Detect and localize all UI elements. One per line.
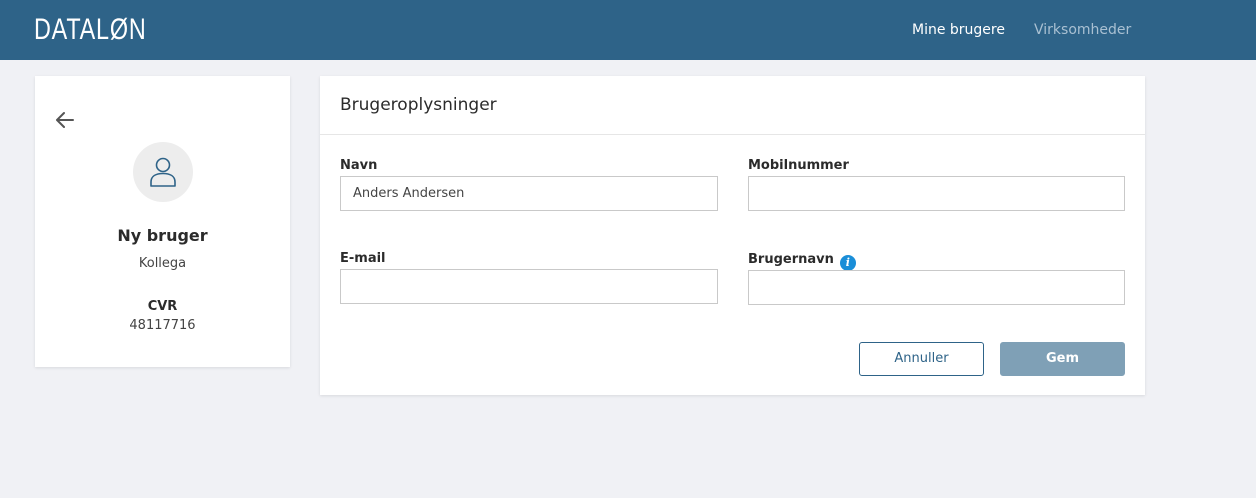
user-info-form-card: Brugeroplysninger Navn Anders Andersen M… xyxy=(320,76,1145,395)
datalon-logo[interactable]: DATALØN xyxy=(34,12,147,48)
email-input[interactable] xyxy=(340,269,718,304)
arrow-left-icon[interactable] xyxy=(53,108,77,132)
nav-virksomheder[interactable]: Virksomheder xyxy=(1034,20,1131,40)
user-profile-card: Ny bruger Kollega CVR 48117716 xyxy=(35,76,290,367)
email-label: E-mail xyxy=(340,251,386,266)
username-label-row: Brugernavn i xyxy=(748,251,856,271)
mobile-input[interactable] xyxy=(748,176,1125,211)
mobile-label: Mobilnummer xyxy=(748,158,849,173)
top-navigation-bar: DATALØN Mine brugere Virksomheder xyxy=(0,0,1256,60)
username-label: Brugernavn xyxy=(748,252,834,267)
user-icon xyxy=(150,157,176,187)
profile-name: Ny bruger xyxy=(117,226,208,245)
cvr-label: CVR xyxy=(147,299,178,314)
username-input[interactable] xyxy=(748,270,1125,305)
save-button[interactable]: Gem xyxy=(1000,342,1125,376)
profile-role: Kollega xyxy=(138,256,187,271)
info-icon[interactable]: i xyxy=(839,255,856,271)
avatar xyxy=(133,142,193,202)
nav-mine-brugere[interactable]: Mine brugere xyxy=(912,20,1005,40)
cancel-button[interactable]: Annuller xyxy=(859,342,984,376)
name-input[interactable]: Anders Andersen xyxy=(340,176,718,211)
form-divider xyxy=(320,134,1145,135)
form-title: Brugeroplysninger xyxy=(340,95,497,115)
name-label: Navn xyxy=(340,158,378,173)
cvr-value: 48117716 xyxy=(129,318,196,333)
